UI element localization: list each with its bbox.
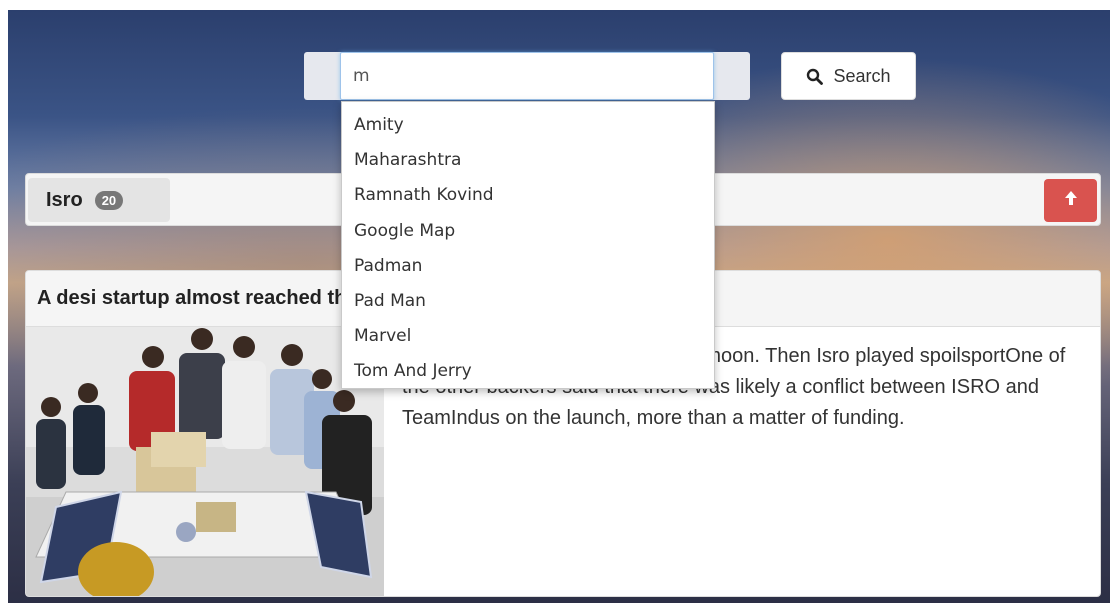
autocomplete-list: Amity Maharashtra Ramnath Kovind Google Map… bbox=[341, 101, 715, 389]
arrow-up-icon bbox=[1064, 190, 1078, 211]
autocomplete-item[interactable]: Marvel bbox=[342, 319, 714, 354]
top-strip bbox=[0, 0, 1110, 10]
autocomplete-item[interactable]: Maharashtra bbox=[342, 143, 714, 178]
article-image bbox=[26, 327, 384, 596]
topic-title: Isro bbox=[46, 188, 83, 211]
search-button-label: Search bbox=[833, 65, 891, 86]
autocomplete-item[interactable]: Amity bbox=[342, 108, 714, 143]
autocomplete-item[interactable]: Ramnath Kovind bbox=[342, 178, 714, 213]
autocomplete-item[interactable]: Pad Man bbox=[342, 284, 714, 319]
search-icon bbox=[806, 68, 824, 85]
autocomplete-item[interactable]: Padman bbox=[342, 249, 714, 284]
autocomplete-item[interactable]: Google Map bbox=[342, 214, 714, 249]
topic-tab[interactable]: Isro 20 bbox=[28, 178, 170, 222]
search-button[interactable]: Search bbox=[781, 52, 916, 100]
scroll-top-button[interactable] bbox=[1044, 179, 1097, 222]
autocomplete-item[interactable]: Tom And Jerry bbox=[342, 354, 714, 389]
topic-count-badge: 20 bbox=[94, 190, 124, 210]
search-input[interactable] bbox=[340, 52, 714, 100]
